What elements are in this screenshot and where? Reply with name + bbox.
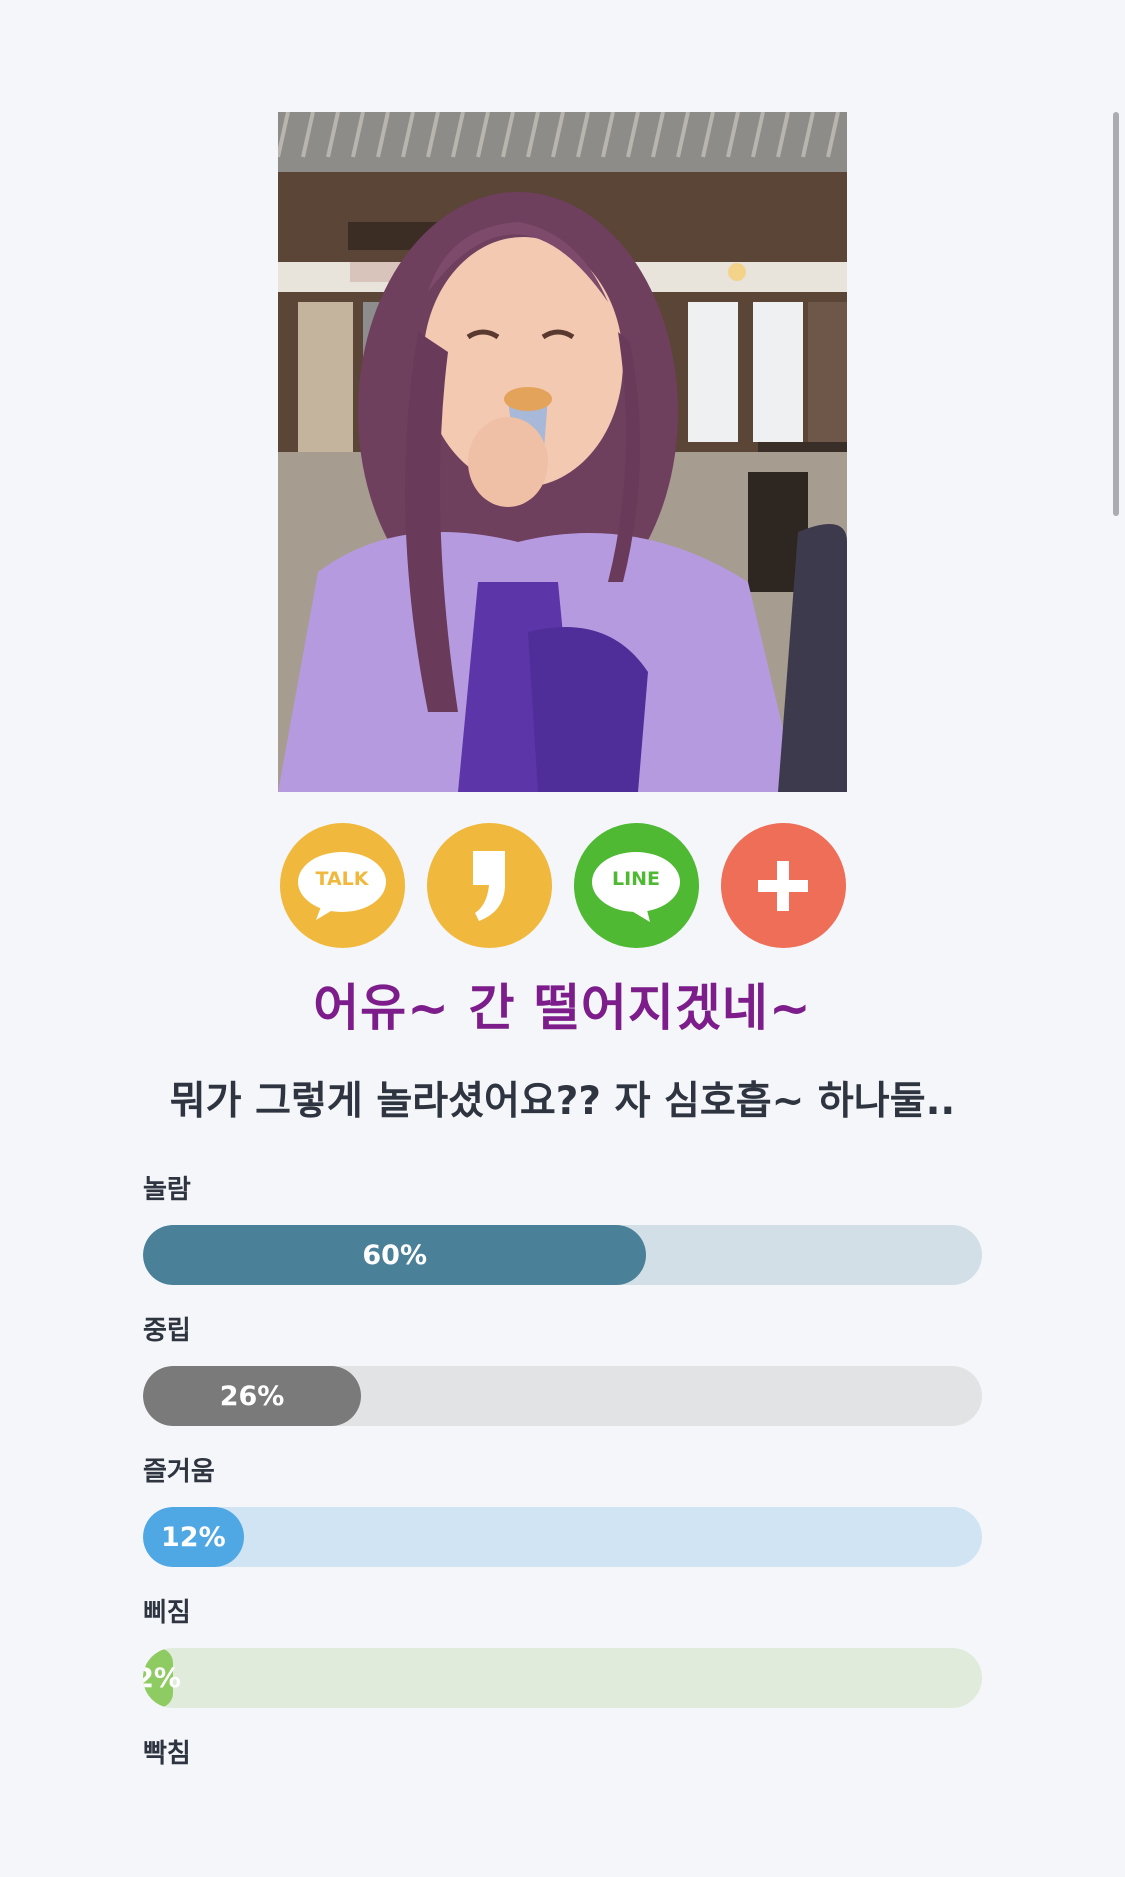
bar-fill: 2% <box>143 1648 181 1708</box>
kakaotalk-share-button[interactable]: TALK <box>279 823 405 948</box>
more-share-button[interactable] <box>720 823 846 948</box>
emotion-label: 중립 <box>143 1316 191 1346</box>
emotion-bar-sulky: 삐짐 2% <box>143 1595 982 1736</box>
emotion-label: 빡침 <box>143 1739 191 1769</box>
emotion-bar-angry: 빡침 <box>143 1736 982 1877</box>
bar-percent: 12% <box>161 1521 226 1553</box>
bar-percent: 2% <box>143 1662 181 1694</box>
bar-fill: 12% <box>143 1507 244 1567</box>
bar-percent: 60% <box>362 1239 428 1271</box>
bar-fill: 26% <box>143 1366 362 1426</box>
kakaostory-icon <box>469 850 509 921</box>
line-icon: LINE <box>590 850 682 922</box>
bar-percent: 26% <box>219 1380 285 1412</box>
line-share-button[interactable]: LINE <box>573 823 699 948</box>
bar-track: 12% <box>143 1507 982 1567</box>
emotion-label: 즐거움 <box>143 1457 215 1487</box>
share-buttons: TALK LINE <box>0 823 1125 948</box>
bar-track: 60% <box>143 1225 982 1285</box>
kakaotalk-icon: TALK <box>296 850 388 922</box>
emotion-bar-surprise: 놀람 60% <box>143 1172 982 1313</box>
result-description: 뭐가 그렇게 놀라셨어요?? 자 심호흡~ 하나둘.. <box>169 1079 956 1124</box>
line-label: LINE <box>611 867 661 890</box>
emotion-label: 삐짐 <box>143 1598 191 1628</box>
plus-icon <box>758 860 808 911</box>
scrollbar[interactable] <box>1113 112 1119 516</box>
bar-track: 26% <box>143 1366 982 1426</box>
emotion-bar-neutral: 중립 26% <box>143 1313 982 1454</box>
kakaotalk-label: TALK <box>315 867 369 890</box>
bar-track: 2% <box>143 1648 982 1708</box>
emotion-label: 놀람 <box>143 1175 191 1205</box>
result-headline: 어유~ 간 떨어지겠네~ <box>313 979 812 1037</box>
emotion-bars: 놀람 60% 중립 26% 즐거움 12% 삐짐 2% 빡침 <box>143 1172 982 1877</box>
result-photo <box>278 112 847 792</box>
bar-fill: 60% <box>143 1225 647 1285</box>
kakaostory-share-button[interactable] <box>426 823 552 948</box>
emotion-bar-joy: 즐거움 12% <box>143 1454 982 1595</box>
